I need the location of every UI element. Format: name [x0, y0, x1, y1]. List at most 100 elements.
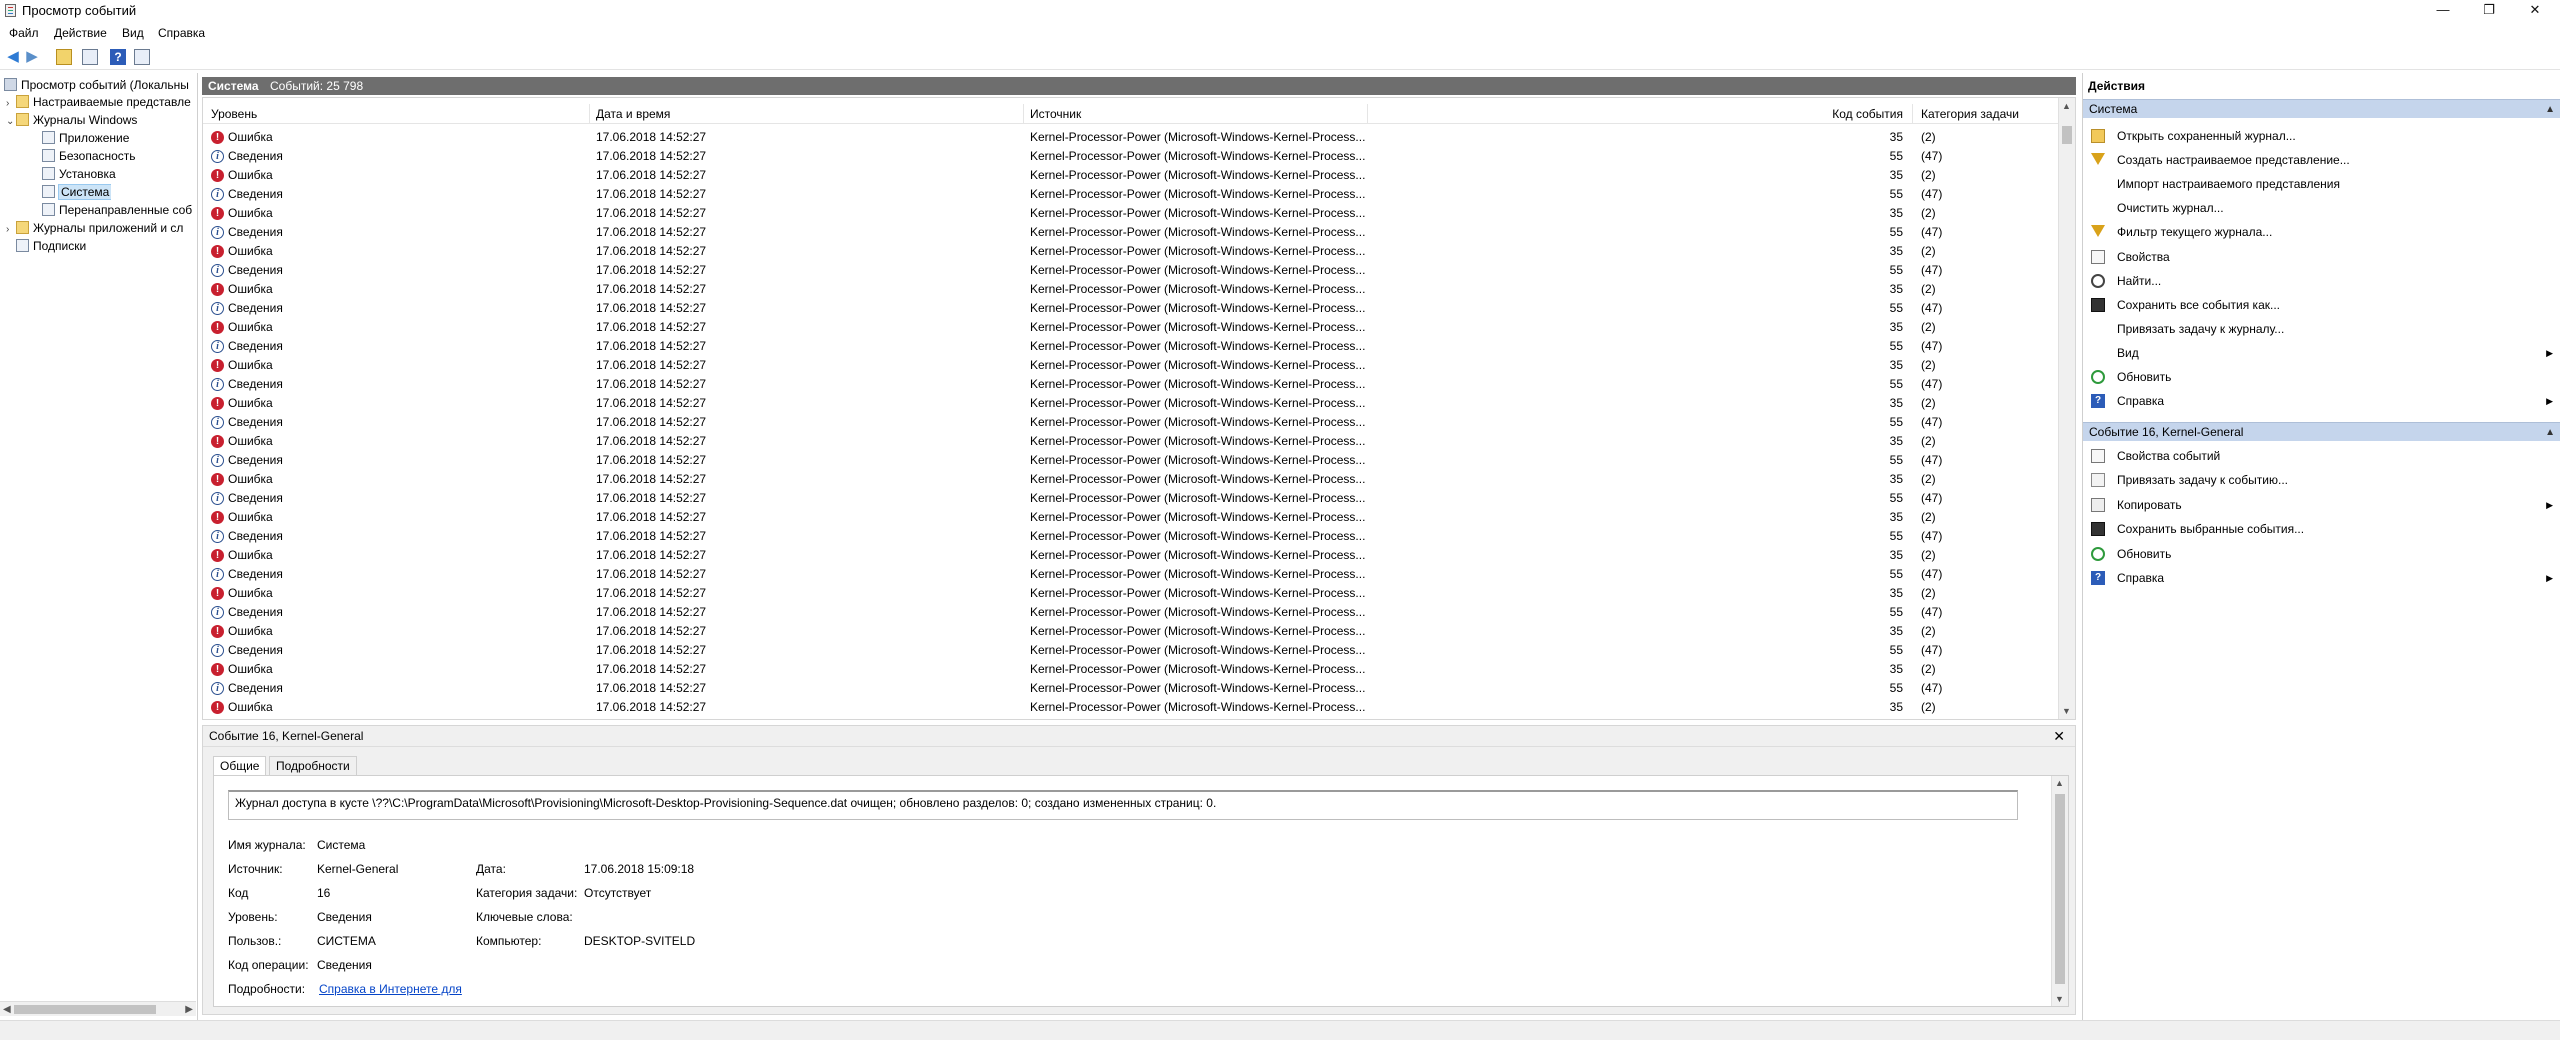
table-row[interactable]: iСведения17.06.2018 14:52:27Kernel-Proce… — [203, 147, 2059, 166]
collapse-section-icon[interactable]: ▲ — [2545, 100, 2555, 119]
action-item[interactable]: ? Справка ▶ — [2083, 391, 2560, 411]
scroll-down-icon[interactable]: ▼ — [2062, 706, 2071, 716]
forward-icon[interactable]: ▶ — [24, 49, 40, 65]
tree-item-custom-views[interactable]: › Настраиваемые представле — [6, 94, 191, 111]
value-level[interactable]: Сведения — [317, 910, 372, 924]
menu-view[interactable]: Вид — [122, 26, 144, 40]
tree-item-security[interactable]: Безопасность — [42, 148, 136, 165]
tree-item-forwarded-events[interactable]: Перенаправленные соб — [42, 202, 198, 219]
action-item[interactable]: Обновить — [2083, 367, 2560, 387]
action-item[interactable]: Сохранить выбранные события... — [2083, 519, 2560, 539]
scrollbar-thumb[interactable] — [2055, 794, 2065, 984]
column-divider[interactable] — [589, 104, 590, 124]
column-divider[interactable] — [1367, 104, 1368, 124]
tree-item-setup[interactable]: Установка — [42, 166, 116, 183]
column-divider[interactable] — [1023, 104, 1024, 124]
column-header-task-category[interactable]: Категория задачи — [1921, 107, 2019, 121]
online-help-link[interactable]: Справка в Интернете для — [319, 982, 462, 996]
tree-item-apps-services-logs[interactable]: › Журналы приложений и сл — [6, 220, 198, 237]
action-item[interactable]: Найти... — [2083, 271, 2560, 291]
column-header-date[interactable]: Дата и время — [596, 107, 670, 121]
restore-button[interactable]: ❐ — [2466, 0, 2512, 21]
table-row[interactable]: iСведения17.06.2018 14:52:27Kernel-Proce… — [203, 337, 2059, 356]
collapse-section-icon[interactable]: ▲ — [2545, 423, 2555, 442]
close-button[interactable]: ✕ — [2512, 0, 2558, 21]
tree-item-subscriptions[interactable]: Подписки — [16, 238, 86, 255]
up-folder-icon[interactable] — [56, 49, 72, 65]
action-item[interactable]: Открыть сохраненный журнал... — [2083, 126, 2560, 146]
collapse-icon[interactable]: ⌄ — [6, 113, 16, 129]
actions-section-event[interactable]: Событие 16, Kernel-General ▲ — [2083, 422, 2560, 441]
table-row[interactable]: ! Ошибка 17.06.2018 14:52:27 Kernel-Process… — [203, 432, 2059, 451]
scrollbar-thumb[interactable] — [2062, 126, 2072, 144]
table-row[interactable]: ! Ошибка 17.06.2018 14:52:27 Kernel-Process… — [203, 394, 2059, 413]
table-row[interactable]: ! Ошибка 17.06.2018 14:52:27 Kernel-Process… — [203, 546, 2059, 565]
events-vertical-scrollbar[interactable]: ▲ ▼ — [2058, 98, 2075, 719]
close-detail-icon[interactable]: ✕ — [2053, 726, 2065, 747]
table-row[interactable]: iСведения17.06.2018 14:52:27Kernel-Proce… — [203, 413, 2059, 432]
table-row[interactable]: ! Ошибка 17.06.2018 14:52:27 Kernel-Process… — [203, 204, 2059, 223]
value-source[interactable]: Kernel-General — [317, 862, 398, 876]
action-item[interactable]: Создать настраиваемое представление... — [2083, 150, 2560, 170]
actions-section-log[interactable]: Система ▲ — [2083, 99, 2560, 118]
scrollbar-thumb[interactable] — [14, 1005, 156, 1014]
action-item[interactable]: Импорт настраиваемого представления — [2083, 174, 2560, 194]
show-hide-tree-icon[interactable] — [82, 49, 98, 65]
table-row[interactable]: ! Ошибка 17.06.2018 14:52:27 Kernel-Process… — [203, 470, 2059, 489]
column-divider[interactable] — [1912, 104, 1913, 124]
back-icon[interactable]: ◀ — [5, 49, 21, 65]
table-row[interactable]: ! Ошибка 17.06.2018 14:52:27 Kernel-Process… — [203, 280, 2059, 299]
tree-item-application[interactable]: Приложение — [42, 130, 129, 147]
column-header-event-id[interactable]: Код события — [1703, 107, 1903, 121]
table-row[interactable]: ! Ошибка 17.06.2018 14:52:27 Kernel-Process… — [203, 660, 2059, 679]
table-row[interactable]: iСведения17.06.2018 14:52:27Kernel-Proce… — [203, 299, 2059, 318]
table-row[interactable]: iСведения17.06.2018 14:52:27Kernel-Proce… — [203, 375, 2059, 394]
tree-item-windows-logs[interactable]: ⌄ Журналы Windows — [6, 112, 137, 129]
scroll-up-icon[interactable]: ▲ — [2055, 778, 2064, 788]
scroll-up-icon[interactable]: ▲ — [2062, 101, 2071, 111]
table-row[interactable]: ! Ошибка 17.06.2018 14:52:27 Kernel-Process… — [203, 318, 2059, 337]
action-item[interactable]: Сохранить все события как... — [2083, 295, 2560, 315]
table-row[interactable]: ! Ошибка 17.06.2018 14:52:27 Kernel-Process… — [203, 622, 2059, 641]
help-icon[interactable]: ? — [110, 49, 126, 65]
expand-icon[interactable]: › — [6, 221, 16, 237]
action-item[interactable]: Обновить — [2083, 544, 2560, 564]
action-item[interactable]: Свойства событий — [2083, 446, 2560, 466]
expand-icon[interactable]: › — [6, 95, 16, 111]
tree-horizontal-scrollbar[interactable]: ◀ ▶ — [0, 1001, 196, 1016]
action-item[interactable]: Фильтр текущего журнала... — [2083, 222, 2560, 242]
tab-details[interactable]: Подробности — [269, 756, 357, 776]
column-header-source[interactable]: Источник — [1030, 107, 1081, 121]
value-task-category[interactable]: Отсутствует — [584, 886, 651, 900]
value-user[interactable]: СИСТЕМА — [317, 934, 376, 948]
detail-vertical-scrollbar[interactable]: ▲ ▼ — [2051, 776, 2068, 1006]
scroll-right-icon[interactable]: ▶ — [185, 1002, 193, 1017]
table-row[interactable]: iСведения17.06.2018 14:52:27Kernel-Proce… — [203, 717, 2059, 719]
action-item[interactable]: Копировать ▶ — [2083, 495, 2560, 515]
action-item[interactable]: Привязать задачу к журналу... — [2083, 319, 2560, 339]
table-row[interactable]: iСведения17.06.2018 14:52:27Kernel-Proce… — [203, 261, 2059, 280]
action-item[interactable]: Привязать задачу к событию... — [2083, 470, 2560, 490]
table-row[interactable]: ! Ошибка 17.06.2018 14:52:27 Kernel-Process… — [203, 584, 2059, 603]
scroll-left-icon[interactable]: ◀ — [3, 1002, 11, 1017]
value-opcode[interactable]: Сведения — [317, 958, 372, 972]
action-item[interactable]: Очистить журнал... — [2083, 198, 2560, 218]
table-row[interactable]: iСведения17.06.2018 14:52:27Kernel-Proce… — [203, 603, 2059, 622]
table-row[interactable]: iСведения17.06.2018 14:52:27Kernel-Proce… — [203, 527, 2059, 546]
table-row[interactable]: iСведения17.06.2018 14:52:27Kernel-Proce… — [203, 489, 2059, 508]
table-row[interactable]: ! Ошибка 17.06.2018 14:52:27 Kernel-Process… — [203, 128, 2059, 147]
tab-general[interactable]: Общие — [213, 756, 267, 776]
value-date[interactable]: 17.06.2018 15:09:18 — [584, 862, 694, 876]
table-row[interactable]: iСведения17.06.2018 14:52:27Kernel-Proce… — [203, 679, 2059, 698]
value-code[interactable]: 16 — [317, 886, 330, 900]
table-row[interactable]: iСведения17.06.2018 14:52:27Kernel-Proce… — [203, 185, 2059, 204]
value-log-name[interactable]: Система — [317, 838, 365, 852]
table-row[interactable]: iСведения17.06.2018 14:52:27Kernel-Proce… — [203, 451, 2059, 470]
action-item[interactable]: ? Справка ▶ — [2083, 568, 2560, 588]
value-computer[interactable]: DESKTOP-SVITELD — [584, 934, 695, 948]
event-description[interactable]: Журнал доступа в кусте \??\C:\ProgramDat… — [228, 790, 2018, 820]
menu-action[interactable]: Действие — [54, 26, 107, 40]
show-hide-actions-icon[interactable] — [134, 49, 150, 65]
table-row[interactable]: ! Ошибка 17.06.2018 14:52:27 Kernel-Process… — [203, 356, 2059, 375]
action-item[interactable]: Вид ▶ — [2083, 343, 2560, 363]
